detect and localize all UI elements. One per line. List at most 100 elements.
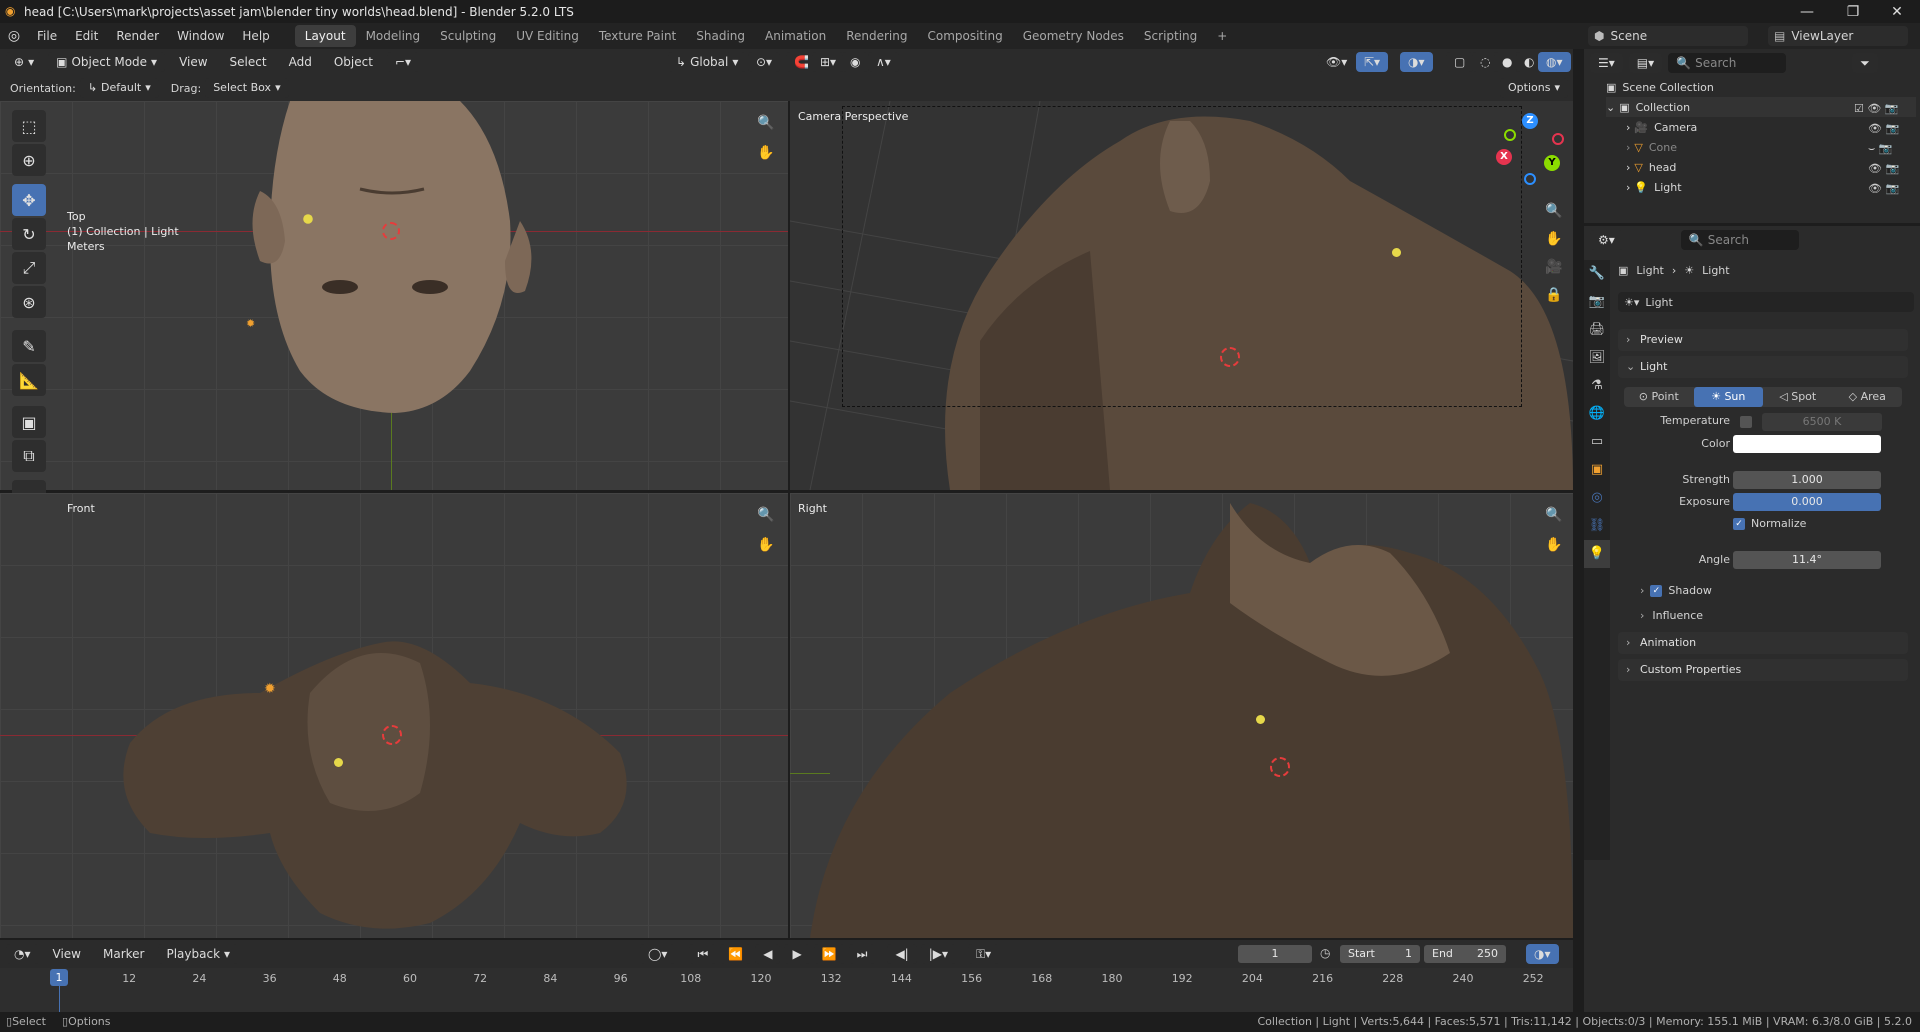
timeline-view-menu[interactable]: View — [45, 944, 89, 964]
rendered-shading-icon[interactable]: ◍▾ — [1538, 52, 1571, 72]
add-menu[interactable]: Add — [281, 52, 320, 72]
timeline-marker-menu[interactable]: Marker — [95, 944, 152, 964]
options-dropdown[interactable]: Options ▾ — [1500, 78, 1568, 98]
auto-keying-icon[interactable]: ◯▾ — [640, 944, 676, 964]
viewport-camera[interactable]: Camera Perspective Z Y X 🔍 ✋ 🎥 🔒 — [790, 101, 1573, 490]
tab-scripting[interactable]: Scripting — [1134, 25, 1207, 47]
tab-rendering[interactable]: Rendering — [836, 25, 917, 47]
add-object-tool-icon[interactable]: ⧉ — [12, 440, 46, 472]
sun-lamp-icon[interactable]: ✹ — [264, 681, 276, 697]
properties-search-input[interactable]: 🔍 Search — [1680, 230, 1799, 250]
gizmo-neg-z[interactable] — [1524, 173, 1536, 185]
gizmo-neg-y[interactable] — [1504, 129, 1516, 141]
collection-visibility-button[interactable]: ⌐▾ — [386, 52, 419, 72]
xray-toggle-icon[interactable]: ▢ — [1446, 52, 1474, 72]
timeline-track[interactable] — [0, 968, 1573, 1016]
menu-window[interactable]: Window — [168, 23, 233, 49]
light-panel-header[interactable]: ⌄ Light — [1618, 356, 1908, 378]
display-mode-icon[interactable]: ▤▾ — [1628, 53, 1663, 73]
temperature-checkbox[interactable] — [1740, 416, 1752, 428]
add-cube-tool-icon[interactable]: ▣ — [12, 406, 46, 438]
render-tab-icon[interactable]: 📷 — [1584, 288, 1610, 316]
select-box-tool-icon[interactable]: ⬚ — [12, 110, 46, 142]
current-frame-field[interactable]: 1 — [1238, 945, 1312, 963]
jump-end-icon[interactable]: ⏭ — [848, 944, 876, 964]
viewport-front[interactable]: ✹ Front 🔍 ✋ — [0, 493, 788, 938]
menu-render[interactable]: Render — [107, 23, 168, 49]
next-marker-icon[interactable]: |▶▾ — [920, 944, 957, 964]
outliner-scene-collection[interactable]: ▣ Scene Collection — [1606, 77, 1714, 97]
end-frame-field[interactable]: End 250 — [1424, 945, 1506, 963]
timeline-editor-type-icon[interactable]: ◔▾ — [6, 944, 39, 964]
gizmo-z-axis[interactable]: Z — [1522, 113, 1538, 129]
tab-compositing[interactable]: Compositing — [917, 25, 1012, 47]
tab-layout[interactable]: Layout — [294, 25, 356, 47]
proportional-edit-icon[interactable]: ◉ — [842, 52, 869, 72]
collection-tab-icon[interactable]: ▭ — [1584, 428, 1610, 456]
color-swatch[interactable] — [1733, 435, 1881, 453]
drag-dropdown[interactable]: Select Box ▾ — [205, 78, 289, 98]
pan-hand-icon[interactable]: ✋ — [754, 533, 778, 557]
outliner-editor-type-icon[interactable]: ☰▾ — [1590, 53, 1623, 73]
outliner-item-cone[interactable]: › ▽ Cone — [1626, 137, 1677, 157]
minimize-button[interactable]: — — [1784, 0, 1830, 23]
visibility-toggles[interactable]: ☑ 👁 📷 👁 📷 ⌣ 📷 👁 📷 👁 📷 — [1854, 99, 1899, 199]
tab-texture-paint[interactable]: Texture Paint — [589, 25, 686, 47]
scene-selector[interactable]: ⬢ Scene — [1588, 26, 1748, 46]
light-data-tab-icon[interactable]: 💡 — [1584, 540, 1610, 568]
exposure-field[interactable]: 0.000 — [1733, 493, 1881, 511]
menu-file[interactable]: File — [28, 23, 66, 49]
light-datablock-selector[interactable]: ☀▾ Light — [1618, 292, 1914, 312]
playback-dropdown[interactable]: Playback ▾ — [158, 944, 239, 964]
custom-properties-panel-header[interactable]: › Custom Properties — [1618, 659, 1908, 681]
light-type-sun[interactable]: ☀ Sun — [1693, 387, 1763, 407]
measure-tool-icon[interactable]: 📐 — [12, 364, 46, 396]
play-icon[interactable]: ▶ — [784, 944, 810, 964]
sun-lamp-icon[interactable]: ✹ — [246, 317, 255, 330]
tab-modeling[interactable]: Modeling — [356, 25, 431, 47]
snap-target-button[interactable]: ⊞▾ — [812, 52, 845, 72]
light-type-point[interactable]: ⊙ Point — [1624, 387, 1694, 407]
shadow-subpanel-header[interactable]: › ✓ Shadow — [1640, 584, 1712, 597]
add-workspace-button[interactable]: + — [1207, 25, 1237, 47]
maximize-button[interactable]: ❐ — [1830, 0, 1876, 23]
move-tool-icon[interactable]: ✥ — [12, 184, 46, 216]
editor-type-button[interactable]: ⊕ ▾ — [6, 52, 43, 72]
tab-sculpting[interactable]: Sculpting — [430, 25, 506, 47]
outliner-item-camera[interactable]: › 🎥 Camera — [1626, 117, 1697, 137]
zoom-icon[interactable]: 🔍 — [1542, 503, 1566, 527]
output-tab-icon[interactable]: 🖨 — [1584, 316, 1610, 344]
outliner-item-light[interactable]: › 💡 Light — [1626, 177, 1682, 197]
world-tab-icon[interactable]: 🌐 — [1584, 400, 1610, 428]
preview-range-icon[interactable]: ◷ — [1320, 946, 1330, 960]
annotate-tool-icon[interactable]: ✎ — [12, 330, 46, 362]
shadow-checkbox-icon[interactable]: ✓ — [1650, 584, 1663, 597]
tab-animation[interactable]: Animation — [755, 25, 836, 47]
gizmo-y-axis[interactable]: Y — [1544, 155, 1560, 171]
scale-tool-icon[interactable]: ⤢ — [12, 252, 46, 284]
rotate-tool-icon[interactable]: ↻ — [12, 218, 46, 250]
pan-hand-icon[interactable]: ✋ — [1542, 533, 1566, 557]
strength-field[interactable]: 1.000 — [1733, 471, 1881, 489]
physics-tab-icon[interactable]: ◎ — [1584, 484, 1610, 512]
gizmo-neg-x[interactable] — [1552, 133, 1564, 145]
view-menu[interactable]: View — [171, 52, 215, 72]
lock-camera-icon[interactable]: 🔒 — [1542, 283, 1566, 307]
constraints-tab-icon[interactable]: ⛓ — [1584, 512, 1610, 540]
falloff-button[interactable]: ∧▾ — [868, 52, 899, 72]
menu-edit[interactable]: Edit — [66, 23, 107, 49]
close-button[interactable]: ✕ — [1874, 0, 1920, 23]
blender-menu-icon[interactable]: ◎ — [0, 28, 28, 44]
overlay-toggle-icon[interactable]: ◑▾ — [1400, 52, 1433, 72]
select-menu[interactable]: Select — [222, 52, 275, 72]
zoom-icon[interactable]: 🔍 — [1542, 199, 1566, 223]
playhead[interactable]: 1 — [50, 969, 68, 986]
light-type-spot[interactable]: ◁ Spot — [1763, 387, 1833, 407]
prev-marker-icon[interactable]: ◀| — [887, 944, 917, 964]
outliner-item-head[interactable]: › ▽ head — [1626, 157, 1676, 177]
object-visibility-icon[interactable]: 👁▾ — [1318, 52, 1356, 72]
keying-set-icon[interactable]: ⚿▾ — [968, 944, 1000, 964]
transform-tool-icon[interactable]: ⊛ — [12, 286, 46, 318]
filter-icon[interactable]: ⏷ — [1852, 53, 1878, 73]
gizmo-toggle-icon[interactable]: ⇱▾ — [1356, 52, 1389, 72]
